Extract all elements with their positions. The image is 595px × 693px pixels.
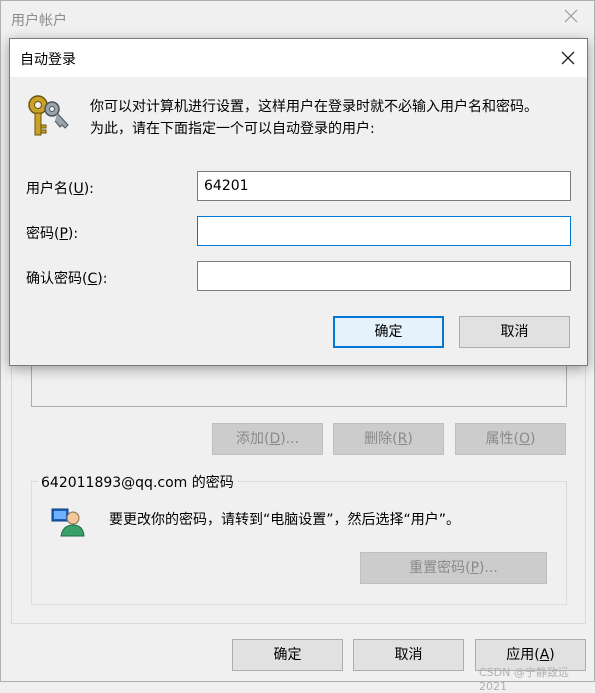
- dialog-ok-button[interactable]: 确定: [333, 316, 444, 348]
- username-label: 用户名(U):: [26, 181, 94, 197]
- window-title: 用户帐户: [11, 13, 67, 29]
- dialog-titlebar: 自动登录: [10, 39, 587, 77]
- password-group: [31, 481, 567, 605]
- remove-user-label: 删除(R): [364, 431, 413, 447]
- password-change-hint: 要更改你的密码，请转到“电脑设置”，然后选择“用户”。: [109, 512, 461, 528]
- users-list[interactable]: [31, 359, 567, 407]
- ok-label: 确定: [273, 647, 302, 663]
- properties-button[interactable]: 属性(O): [455, 423, 566, 455]
- dialog-description-line2: 为此，请在下面指定一个可以自动登录的用户:: [90, 121, 375, 137]
- keys-icon: [26, 93, 70, 137]
- dialog-title: 自动登录: [20, 52, 76, 68]
- close-icon[interactable]: [562, 7, 580, 25]
- confirm-password-input[interactable]: [197, 261, 571, 291]
- cancel-button[interactable]: 取消: [353, 639, 464, 671]
- confirm-password-label: 确认密码(C):: [26, 271, 108, 287]
- auto-login-dialog: 自动登录 你可以对计算机进行设置，这样用户在登录时就不必输入用户名和密码。 为此…: [9, 38, 588, 366]
- dialog-description-line1: 你可以对计算机进行设置，这样用户在登录时就不必输入用户名和密码。: [90, 99, 538, 115]
- user-icon: [51, 507, 85, 537]
- apply-label: 应用(A): [506, 647, 555, 663]
- reset-password-button[interactable]: 重置密码(P)...: [360, 552, 547, 584]
- password-input[interactable]: [197, 216, 571, 246]
- dialog-cancel-button[interactable]: 取消: [459, 316, 570, 348]
- add-user-label: 添加(D)...: [235, 431, 300, 447]
- password-label: 密码(P):: [26, 226, 79, 242]
- add-user-button[interactable]: 添加(D)...: [212, 423, 323, 455]
- password-group-label: 642011893@qq.com 的密码: [38, 472, 237, 492]
- reset-password-label: 重置密码(P)...: [409, 560, 498, 576]
- dialog-cancel-label: 取消: [500, 324, 529, 340]
- cancel-label: 取消: [394, 647, 423, 663]
- username-input[interactable]: 64201: [197, 171, 571, 201]
- close-icon[interactable]: [559, 49, 577, 67]
- remove-user-button[interactable]: 删除(R): [333, 423, 444, 455]
- ok-button[interactable]: 确定: [232, 639, 343, 671]
- dialog-ok-label: 确定: [374, 324, 403, 340]
- properties-label: 属性(O): [485, 431, 536, 447]
- watermark: CSDN @宁静致远2021: [479, 666, 569, 693]
